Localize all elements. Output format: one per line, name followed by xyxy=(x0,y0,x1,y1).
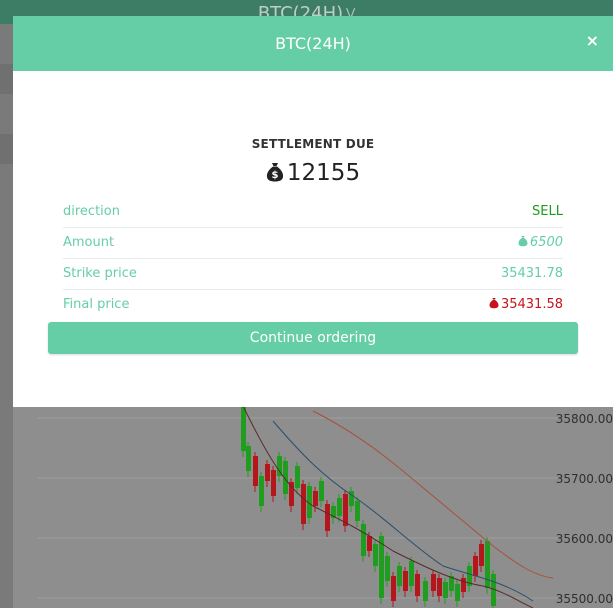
candle-body xyxy=(479,544,484,566)
money-bag-icon xyxy=(489,291,499,321)
price-tick-label: 35700.00 xyxy=(555,472,613,486)
candle-body xyxy=(337,498,342,516)
svg-text:$: $ xyxy=(271,170,278,181)
order-details: direction SELL Amount 6500 Strike price … xyxy=(63,197,563,320)
modal-title: BTC(24H) xyxy=(275,34,351,53)
candle-body xyxy=(385,556,390,581)
settlement-amount-value: 12155 xyxy=(286,160,361,186)
final-price-value: 35431.58 xyxy=(489,290,563,321)
final-price-number: 35431.58 xyxy=(500,297,563,312)
detail-label: Strike price xyxy=(63,266,137,281)
detail-row-direction: direction SELL xyxy=(63,197,563,228)
candle-body xyxy=(437,578,442,596)
price-tick-label: 35500.00 xyxy=(555,592,613,606)
candle-body xyxy=(319,481,324,501)
candle-body xyxy=(246,446,251,471)
candle-body xyxy=(379,536,384,598)
candle-body xyxy=(289,482,294,506)
candle-body xyxy=(361,524,366,556)
candle-body xyxy=(473,556,478,576)
candle-body xyxy=(485,541,490,588)
money-bag-icon xyxy=(518,229,528,259)
background-sidebar xyxy=(0,24,13,608)
price-chart: 35800.00 35700.00 35600.00 35500.00 xyxy=(13,406,613,608)
candle-body xyxy=(265,464,270,481)
settlement-label: SETTLEMENT DUE xyxy=(251,137,375,151)
candle-body xyxy=(313,491,318,506)
candle-body xyxy=(423,581,428,601)
candle-body xyxy=(271,470,276,496)
candle-body xyxy=(241,406,246,451)
money-bag-icon: $ xyxy=(266,162,284,188)
candle-body xyxy=(415,574,420,596)
candle-body xyxy=(253,456,258,486)
amount-number: 6500 xyxy=(529,235,563,250)
candle-body xyxy=(325,504,330,531)
price-tick-label: 35800.00 xyxy=(555,412,613,426)
settlement-modal: BTC(24H) × SETTLEMENT DUE $ 12155 direct… xyxy=(13,16,613,407)
detail-label: Final price xyxy=(63,297,130,312)
amount-value: 6500 xyxy=(518,228,563,259)
detail-row-amount: Amount 6500 xyxy=(63,228,563,259)
strike-price-value: 35431.78 xyxy=(500,266,563,281)
candle-body xyxy=(301,484,306,524)
candle-body xyxy=(397,566,402,586)
detail-label: Amount xyxy=(63,235,115,250)
candle-body xyxy=(455,584,460,601)
candle-body xyxy=(295,466,300,488)
candle-body xyxy=(443,582,448,598)
detail-label: direction xyxy=(63,204,120,219)
candle-body xyxy=(403,571,408,591)
candle-body xyxy=(431,574,436,591)
continue-ordering-button[interactable]: Continue ordering xyxy=(48,322,578,354)
modal-header: BTC(24H) × xyxy=(13,16,613,71)
candle-body xyxy=(373,544,378,566)
close-button[interactable]: × xyxy=(586,16,599,66)
candle-body xyxy=(259,476,264,506)
detail-row-final-price: Final price 35431.58 xyxy=(63,290,563,320)
candle-body xyxy=(367,536,372,551)
candle-body xyxy=(355,501,360,521)
price-tick-label: 35600.00 xyxy=(555,532,613,546)
settlement-amount: $ 12155 xyxy=(13,160,613,188)
candle-body xyxy=(391,576,396,601)
detail-row-strike-price: Strike price 35431.78 xyxy=(63,259,563,290)
candle-body xyxy=(409,561,414,586)
direction-value: SELL xyxy=(532,204,563,219)
candle-body xyxy=(461,578,466,592)
candlestick-chart-svg xyxy=(38,406,558,608)
